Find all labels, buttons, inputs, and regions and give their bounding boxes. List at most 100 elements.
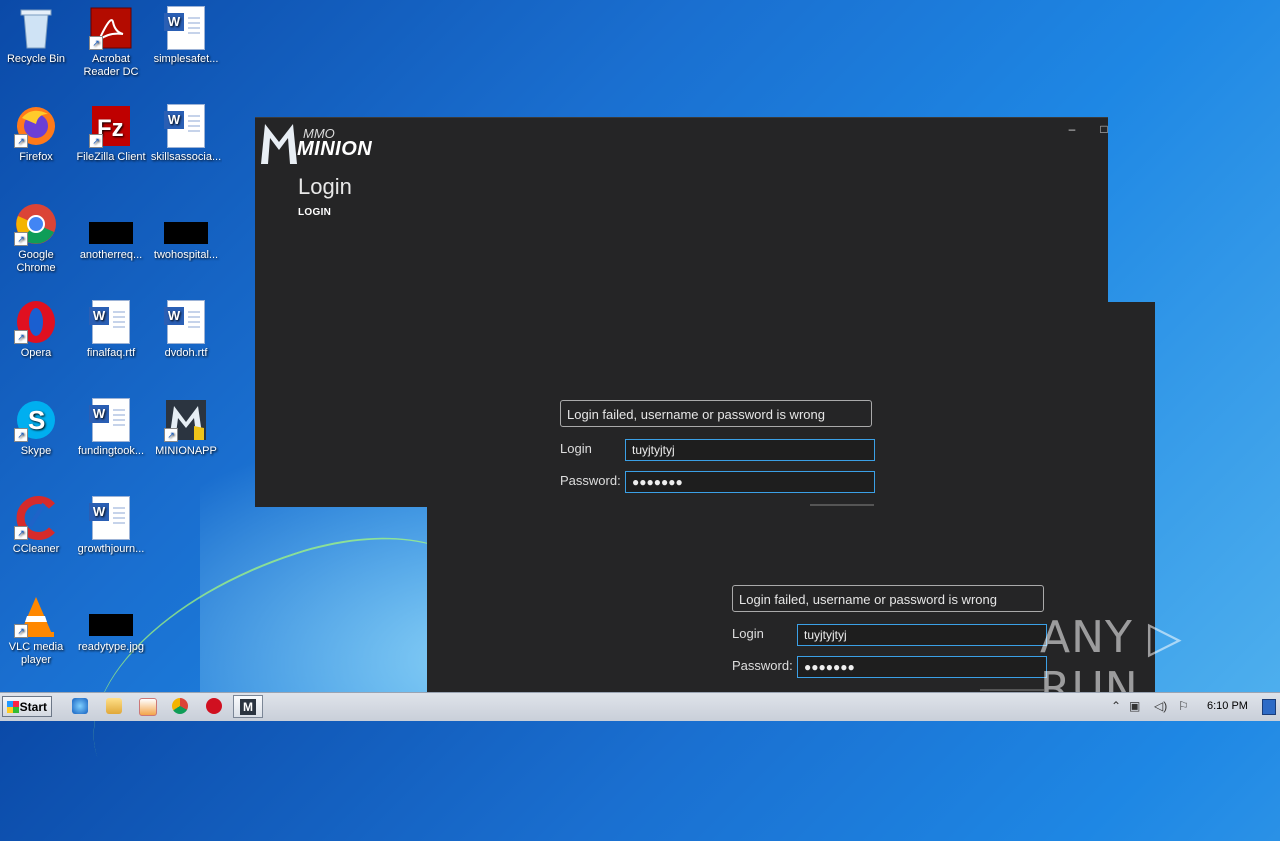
shortcut-arrow-icon: ↗ [164,428,178,442]
login-input[interactable]: tuyjtyjtyj [625,439,875,461]
filezilla-icon: Fz ↗ [89,104,133,148]
desktop-icon-label: Recycle Bin [6,53,66,65]
desktop-icon-recycle-bin[interactable]: Recycle Bin [0,6,72,66]
desktop-icon-anotherreq[interactable]: anotherreq... [75,202,147,262]
login-form: Login failed, username or password is wr… [732,585,1048,678]
desktop-icon-readytype[interactable]: readytype.jpg [75,594,147,654]
desktop-icon-fundingtook[interactable]: fundingtook... [75,398,147,458]
page-title: Login [298,174,352,199]
word-document-icon [89,496,133,540]
system-clock[interactable]: 6:10 PM [1207,700,1248,712]
media-player-icon[interactable] [139,698,157,716]
page-subtitle: LOGIN [298,207,332,218]
desktop-icon-dvdoh[interactable]: dvdoh.rtf [150,300,222,360]
desktop-icon-opera[interactable]: ↗ Opera [0,300,72,360]
desktop-icon-acrobat[interactable]: ↗ Acrobat Reader DC [75,6,147,79]
login-error-message: Login failed, username or password is wr… [560,400,872,427]
desktop-icon-chrome[interactable]: ↗ Google Chrome [0,202,72,275]
desktop-icon-firefox[interactable]: ↗ Firefox [0,104,72,164]
desktop-icon-label: readytype.jpg [77,641,145,653]
volume-icon[interactable]: ◁) [1154,699,1167,713]
desktop-icon-vlc[interactable]: ↗ VLC media player [0,594,72,667]
skype-icon: S ↗ [14,398,58,442]
shortcut-arrow-icon: ↗ [14,232,28,246]
desktop-icon-label: skillsassocia... [150,151,222,163]
black-file-icon [89,202,133,246]
taskbar: Start M ⌃ ▣ ◁) ⚐ 6:10 PM [0,692,1280,721]
desktop-icon-finalfaq[interactable]: finalfaq.rtf [75,300,147,360]
black-file-icon [89,594,133,638]
desktop-icon-label: simplesafet... [153,53,219,65]
desktop-icon-label: twohospital... [153,249,219,261]
minion-logo-icon [261,124,297,164]
tray-expand-icon[interactable]: ⌃ [1111,699,1121,713]
shortcut-arrow-icon: ↗ [14,526,28,540]
acrobat-icon: ↗ [89,6,133,50]
network-icon[interactable]: ▣ [1129,699,1140,713]
desktop-icon-label: Acrobat Reader DC [83,53,139,78]
password-label: Password: [560,473,621,488]
password-input[interactable]: ●●●●●●● [797,656,1047,678]
desktop-icon-label: Google Chrome [16,249,56,274]
shortcut-arrow-icon: ↗ [89,36,103,50]
login-button-edge[interactable] [810,504,874,506]
login-form: Login failed, username or password is wr… [560,400,876,493]
action-center-flag-icon[interactable]: ⚐ [1178,699,1189,713]
desktop-icon-label: MINIONAPP [155,445,217,457]
recycle-bin-icon [14,6,58,50]
internet-explorer-icon[interactable] [72,698,88,714]
desktop-icon-growthjourn[interactable]: growthjourn... [75,496,147,556]
shortcut-arrow-icon: ↗ [14,330,28,344]
minion-login-window[interactable]: MMO MINION – □ Login LOGIN Login failed,… [255,117,1108,507]
firefox-icon: ↗ [14,104,58,148]
chrome-taskbar-icon[interactable] [172,698,188,714]
desktop-icon-label: Opera [20,347,52,359]
desktop-icon-minionapp[interactable]: ↗ MINIONAPP [150,398,222,458]
login-input[interactable]: tuyjtyjtyj [797,624,1047,646]
start-label: Start [19,700,47,714]
desktop-icon-label: growthjourn... [77,543,145,555]
start-button[interactable]: Start [2,696,52,717]
password-label: Password: [732,658,793,673]
desktop-icon-label: finalfaq.rtf [86,347,136,359]
opera-icon: ↗ [14,300,58,344]
show-desktop-button[interactable] [1262,699,1276,715]
minion-taskbar-icon: M [240,699,256,715]
minion-app-taskbar-button[interactable]: M [233,695,263,718]
login-button-edge[interactable] [980,689,1044,691]
login-error-message: Login failed, username or password is wr… [732,585,1044,612]
opera-taskbar-icon[interactable] [206,698,222,714]
login-label: Login [732,626,764,641]
password-input[interactable]: ●●●●●●● [625,471,875,493]
word-document-icon [164,6,208,50]
chrome-icon: ↗ [14,202,58,246]
desktop-icon-label: Skype [20,445,52,457]
desktop-icon-ccleaner[interactable]: ↗ CCleaner [0,496,72,556]
minimize-button[interactable]: – [1063,122,1081,136]
file-explorer-icon[interactable] [106,698,122,714]
desktop-icon-label: dvdoh.rtf [164,347,208,359]
desktop-icon-label: FileZilla Client [76,151,146,163]
windows-logo-icon [7,701,19,713]
logo-text-minion: MINION [297,138,373,160]
desktop-icon-label: fundingtook... [77,445,145,457]
login-label: Login [560,441,592,456]
desktop-icon-label: Firefox [19,151,53,163]
desktop-icon-skillsassocia[interactable]: skillsassocia... [150,104,222,164]
desktop-icon-filezilla[interactable]: Fz ↗ FileZilla Client [75,104,147,164]
minion-app-icon: ↗ [164,398,208,442]
desktop-icon-twohospital[interactable]: twohospital... [150,202,222,262]
word-document-icon [89,398,133,442]
desktop-icon-label: VLC media player [8,641,64,666]
desktop-icon-simplesafet[interactable]: simplesafet... [150,6,222,66]
word-document-icon [164,104,208,148]
desktop-icon-label: CCleaner [12,543,60,555]
shortcut-arrow-icon: ↗ [14,624,28,638]
shortcut-arrow-icon: ↗ [89,134,103,148]
desktop-icon-label: anotherreq... [79,249,143,261]
mmo-minion-logo: MMO MINION [259,120,373,168]
shortcut-arrow-icon: ↗ [14,134,28,148]
desktop-icon-skype[interactable]: S ↗ Skype [0,398,72,458]
maximize-button[interactable]: □ [1095,122,1113,136]
word-document-icon [164,300,208,344]
